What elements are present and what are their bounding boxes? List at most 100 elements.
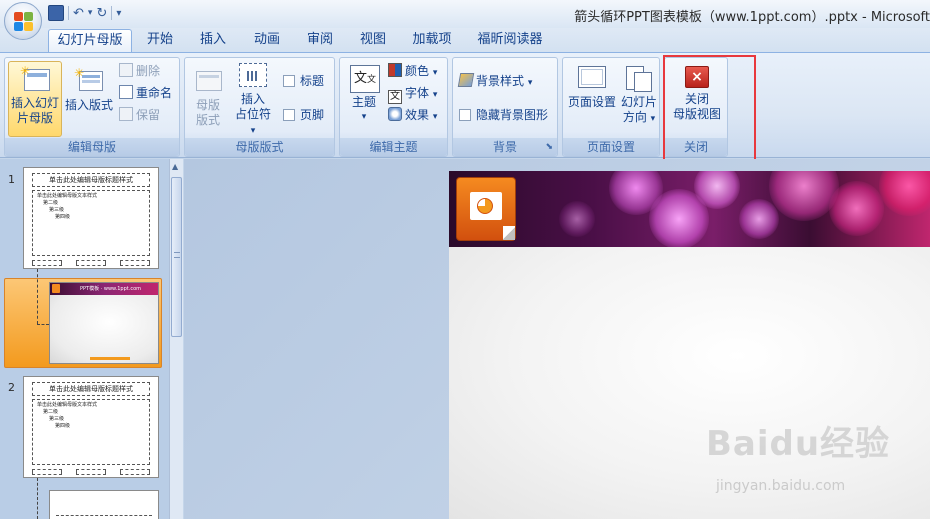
slide-header-banner [449,171,930,249]
insert-layout-button[interactable]: ✳ 插入版式 [63,61,115,113]
effects-button[interactable]: 效果 ▾ [388,106,437,125]
tab-foxit-reader[interactable]: 福昕阅读器 [472,29,548,52]
dropdown-arrow-icon: ▾ [650,114,656,124]
thumbnail-body-text: 单击此处编辑母版文本样式 [37,193,98,199]
rename-icon [119,85,133,99]
bokeh-bubble [829,181,884,236]
thumbnail-number: 1 [8,173,15,186]
tab-slide-master[interactable]: 幻灯片母版 [48,29,132,52]
preserve-button[interactable]: 保留 [119,106,160,125]
qat-divider [68,6,69,20]
footer-checkbox-label: 页脚 [300,108,325,122]
slide-thumbnail-master-2[interactable]: 单击此处编辑母版标题样式 单击此处编辑母版文本样式 第二级 第三级 第四级 [23,376,159,478]
ribbon: ✳ 插入幻灯 片母版 ✳ 插入版式 删除 重命名 保留 编辑母版 母版 版式 插… [0,52,930,158]
qat-divider [111,6,113,20]
group-edit-theme: 文文 主题 ▾ 颜色 ▾ 文字体 ▾ 效果 ▾ 编辑主题 [339,57,448,157]
title-checkbox[interactable]: 标题 [283,72,324,91]
page-setup-icon [577,64,607,92]
slide-thumbnail-layout-1[interactable]: PPT模板 · www.1ppt.com [49,282,159,364]
page-setup-button[interactable]: 页面设置 [566,61,618,110]
baidu-watermark-url: jingyan.baidu.com [716,478,846,494]
dropdown-arrow-icon: ▾ [250,126,256,136]
undo-icon[interactable]: ↶ [73,6,84,21]
rename-button[interactable]: 重命名 [119,84,172,103]
thumbnail-body-placeholder: 单击此处编辑母版文本样式 第二级 第三级 第四级 [32,399,150,465]
ribbon-tabs: 幻灯片母版 开始 插入 动画 审阅 视图 加载项 福昕阅读器 [0,28,930,52]
insert-placeholder-label-2: 占位符 ▾ [231,107,275,139]
tab-review[interactable]: 审阅 [300,29,340,52]
slide-thumbnail-master-1[interactable]: 单击此处编辑母版标题样式 单击此处编辑母版文本样式 第二级 第三级 第四级 [23,167,159,269]
hide-background-graphics-label: 隐藏背景图形 [476,108,549,122]
master-layout-label-2: 版式 [195,113,220,127]
thumbnail-layout-logo [52,284,60,293]
fonts-button[interactable]: 文字体 ▾ [388,84,437,104]
colors-button[interactable]: 颜色 ▾ [388,62,437,81]
scroll-up-icon[interactable]: ▲ [172,162,178,171]
title-checkbox-box[interactable] [283,75,295,87]
office-logo-icon [14,12,33,31]
rename-label: 重命名 [136,86,173,100]
delete-button[interactable]: 删除 [119,62,160,81]
colors-icon [388,63,402,77]
insert-placeholder-icon [238,61,268,89]
footer-checkbox[interactable]: 页脚 [283,106,324,125]
insert-slide-master-label-1: 插入幻灯 [10,96,59,110]
customize-qat-icon[interactable]: ▾ [116,8,121,19]
thumbnail-level-4: 第四级 [55,214,71,220]
group-label-edit-theme: 编辑主题 [340,138,447,156]
slide-canvas[interactable] [449,171,930,519]
background-styles-button[interactable]: 背景样式 ▾ [457,72,533,91]
bokeh-bubble [694,171,740,209]
themes-label: 主题 [351,95,376,109]
dropdown-arrow-icon: ▾ [527,78,533,88]
thumbnail-connector-h [37,324,49,325]
thumbnail-level-3: 第三级 [49,416,65,422]
master-layout-button[interactable]: 母版 版式 [188,61,228,128]
thumbnail-connector [37,269,38,324]
preserve-label: 保留 [136,108,161,122]
baidu-watermark: Baidu经验 [706,424,891,464]
office-button[interactable] [4,2,42,40]
delete-icon [119,63,133,77]
insert-layout-label: 插入版式 [64,98,113,112]
group-label-background: 背景 ⬊ [453,138,557,156]
group-label-master-layout: 母版版式 [185,138,334,156]
insert-slide-master-button[interactable]: ✳ 插入幻灯 片母版 [8,61,62,137]
tab-home[interactable]: 开始 [140,29,180,52]
slide-thumbnail-pane: 1 单击此处编辑母版标题样式 单击此处编辑母版文本样式 第二级 第三级 第四级 … [0,159,183,519]
footer-checkbox-box[interactable] [283,109,295,121]
thumbnail-pane-scrollbar[interactable]: ▲ [169,159,183,519]
slide-body-area [449,247,930,519]
group-label-page-setup: 页面设置 [563,138,659,156]
thumbnail-level-3: 第三级 [49,207,65,213]
tab-view[interactable]: 视图 [353,29,393,52]
dialog-launcher-icon[interactable]: ⬊ [545,138,553,156]
tab-insert[interactable]: 插入 [193,29,233,52]
themes-button[interactable]: 文文 主题 ▾ [344,61,384,125]
powerpoint-logo-icon [456,177,516,241]
hide-background-graphics-box[interactable] [459,109,471,121]
undo-dropdown-icon[interactable]: ▾ [88,8,93,18]
insert-placeholder-button[interactable]: 插入 占位符 ▾ [231,61,275,139]
slide-orientation-button[interactable]: 幻灯片 方向 ▾ [618,61,660,127]
background-styles-label: 背景样式 [476,74,525,88]
themes-icon: 文文 [349,64,380,93]
fonts-label: 字体 [405,86,430,100]
insert-placeholder-label-2-text: 占位符 [234,107,271,121]
scrollbar-thumb[interactable] [171,177,182,337]
thumbnail-title-placeholder: 单击此处编辑母版标题样式 [32,382,150,396]
group-label-edit-master: 编辑母版 [5,138,179,156]
preserve-icon [119,107,133,121]
hide-background-graphics-checkbox[interactable]: 隐藏背景图形 [459,106,548,125]
thumbnail-level-2: 第二级 [43,409,59,415]
redo-icon[interactable]: ↻ [96,6,107,21]
scrollbar-grip-icon [174,252,180,258]
save-icon[interactable] [48,5,64,21]
tab-addins[interactable]: 加载项 [408,29,456,52]
tab-animations[interactable]: 动画 [247,29,287,52]
thumbnail-layout-header-text: PPT模板 · www.1ppt.com [80,286,142,292]
slide-thumbnail-layout-2[interactable] [49,490,159,519]
thumbnail-body-placeholder: 单击此处编辑母版文本样式 第二级 第三级 第四级 [32,190,150,256]
bokeh-bubble [879,171,930,216]
thumbnail-footer-placeholders [32,469,150,475]
